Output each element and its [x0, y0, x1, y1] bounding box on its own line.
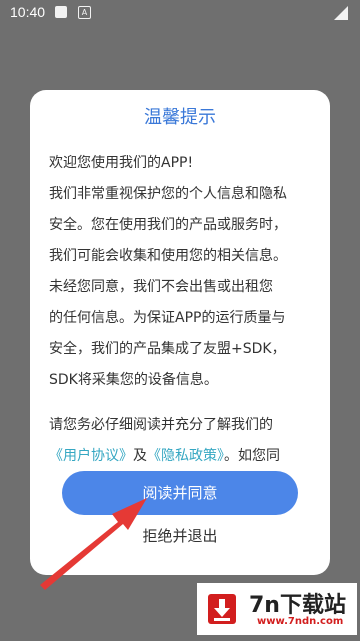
body-line: 我们非常重视保护您的个人信息和隐私 — [49, 186, 287, 202]
body-line: SDK将采集您的设备信息。 — [49, 372, 218, 388]
watermark-text: 7n下载站 — [249, 593, 346, 618]
body-line: 安全。您在使用我们的产品或服务时， — [49, 217, 287, 233]
body-line: 安全，我们的产品集成了友盟+SDK， — [49, 341, 286, 357]
body-line: 未经您同意，我们不会出售或出租您 — [49, 279, 273, 295]
user-agreement-link[interactable]: 《用户协议》 — [49, 448, 133, 464]
notification-icon — [55, 6, 67, 18]
download-icon — [208, 594, 236, 624]
body-line: 我们可能会收集和使用您的相关信息。 — [49, 248, 287, 264]
watermark-url: www.7ndn.com — [257, 616, 344, 627]
read-notice-line: 请您务必仔细阅读并充分了解我们的 — [49, 417, 273, 433]
signal-icon — [334, 6, 348, 20]
body-line: 欢迎您使用我们的APP! — [49, 155, 194, 171]
dialog-title: 温馨提示 — [144, 107, 216, 128]
links-line: 《用户协议》及《隐私政策》。如您同 — [49, 441, 314, 472]
status-time: 10:40 — [10, 4, 46, 20]
a-notification-icon: A — [78, 6, 91, 19]
agree-button[interactable]: 阅读并同意 — [62, 471, 298, 515]
body-line: 的任何信息。为保证APP的运行质量与 — [49, 310, 286, 326]
status-bar: 10:40 A — [0, 0, 360, 26]
privacy-policy-link[interactable]: 《隐私政策》 — [147, 448, 224, 464]
tail-text: 。如您同 — [224, 448, 280, 464]
decline-button[interactable]: 拒绝并退出 — [30, 525, 330, 546]
dialog-body: 欢迎您使用我们的APP! 我们非常重视保护您的个人信息和隐私 安全。您在使用我们… — [49, 148, 314, 472]
watermark: 7n下载站 www.7ndn.com — [197, 583, 357, 635]
privacy-dialog: 温馨提示 欢迎您使用我们的APP! 我们非常重视保护您的个人信息和隐私 安全。您… — [30, 90, 330, 575]
and-text: 及 — [133, 448, 147, 464]
